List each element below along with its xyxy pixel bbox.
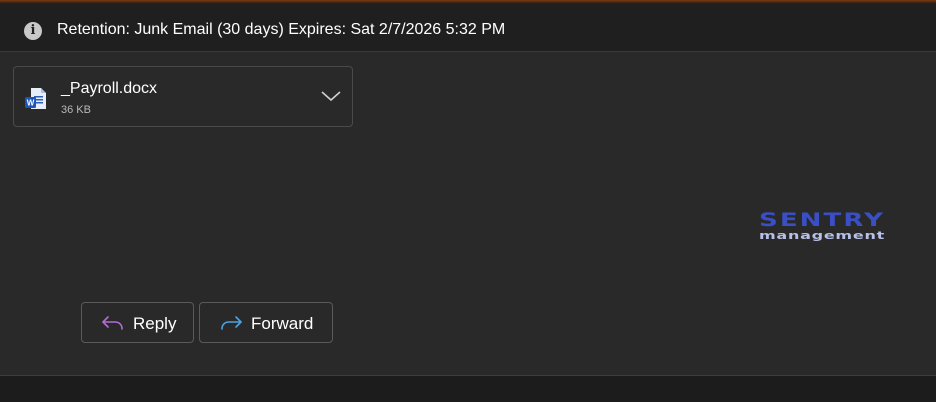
- reply-button[interactable]: Reply: [81, 302, 194, 343]
- forward-label: Forward: [251, 314, 314, 333]
- sentry-management-logo: SENTRY management: [759, 209, 885, 242]
- forward-button[interactable]: Forward: [199, 302, 333, 343]
- reply-arrow-icon: [102, 316, 123, 330]
- word-document-icon: W: [25, 88, 46, 109]
- forward-arrow-icon: [221, 316, 242, 330]
- info-icon: i: [24, 22, 42, 40]
- svg-text:W: W: [27, 99, 35, 108]
- attachment-size: 36 KB: [61, 104, 91, 116]
- attachment-card[interactable]: W _Payroll.docx 36 KB: [13, 66, 353, 127]
- svg-text:management: management: [759, 229, 885, 242]
- retention-banner: i Retention: Junk Email (30 days) Expire…: [0, 4, 936, 52]
- attachment-name: _Payroll.docx: [61, 80, 158, 97]
- reply-label: Reply: [133, 314, 177, 333]
- bottom-bar: [0, 375, 936, 402]
- chevron-down-icon[interactable]: [320, 89, 342, 103]
- svg-text:SENTRY: SENTRY: [759, 209, 885, 231]
- retention-text: Retention: Junk Email (30 days) Expires:…: [57, 21, 506, 38]
